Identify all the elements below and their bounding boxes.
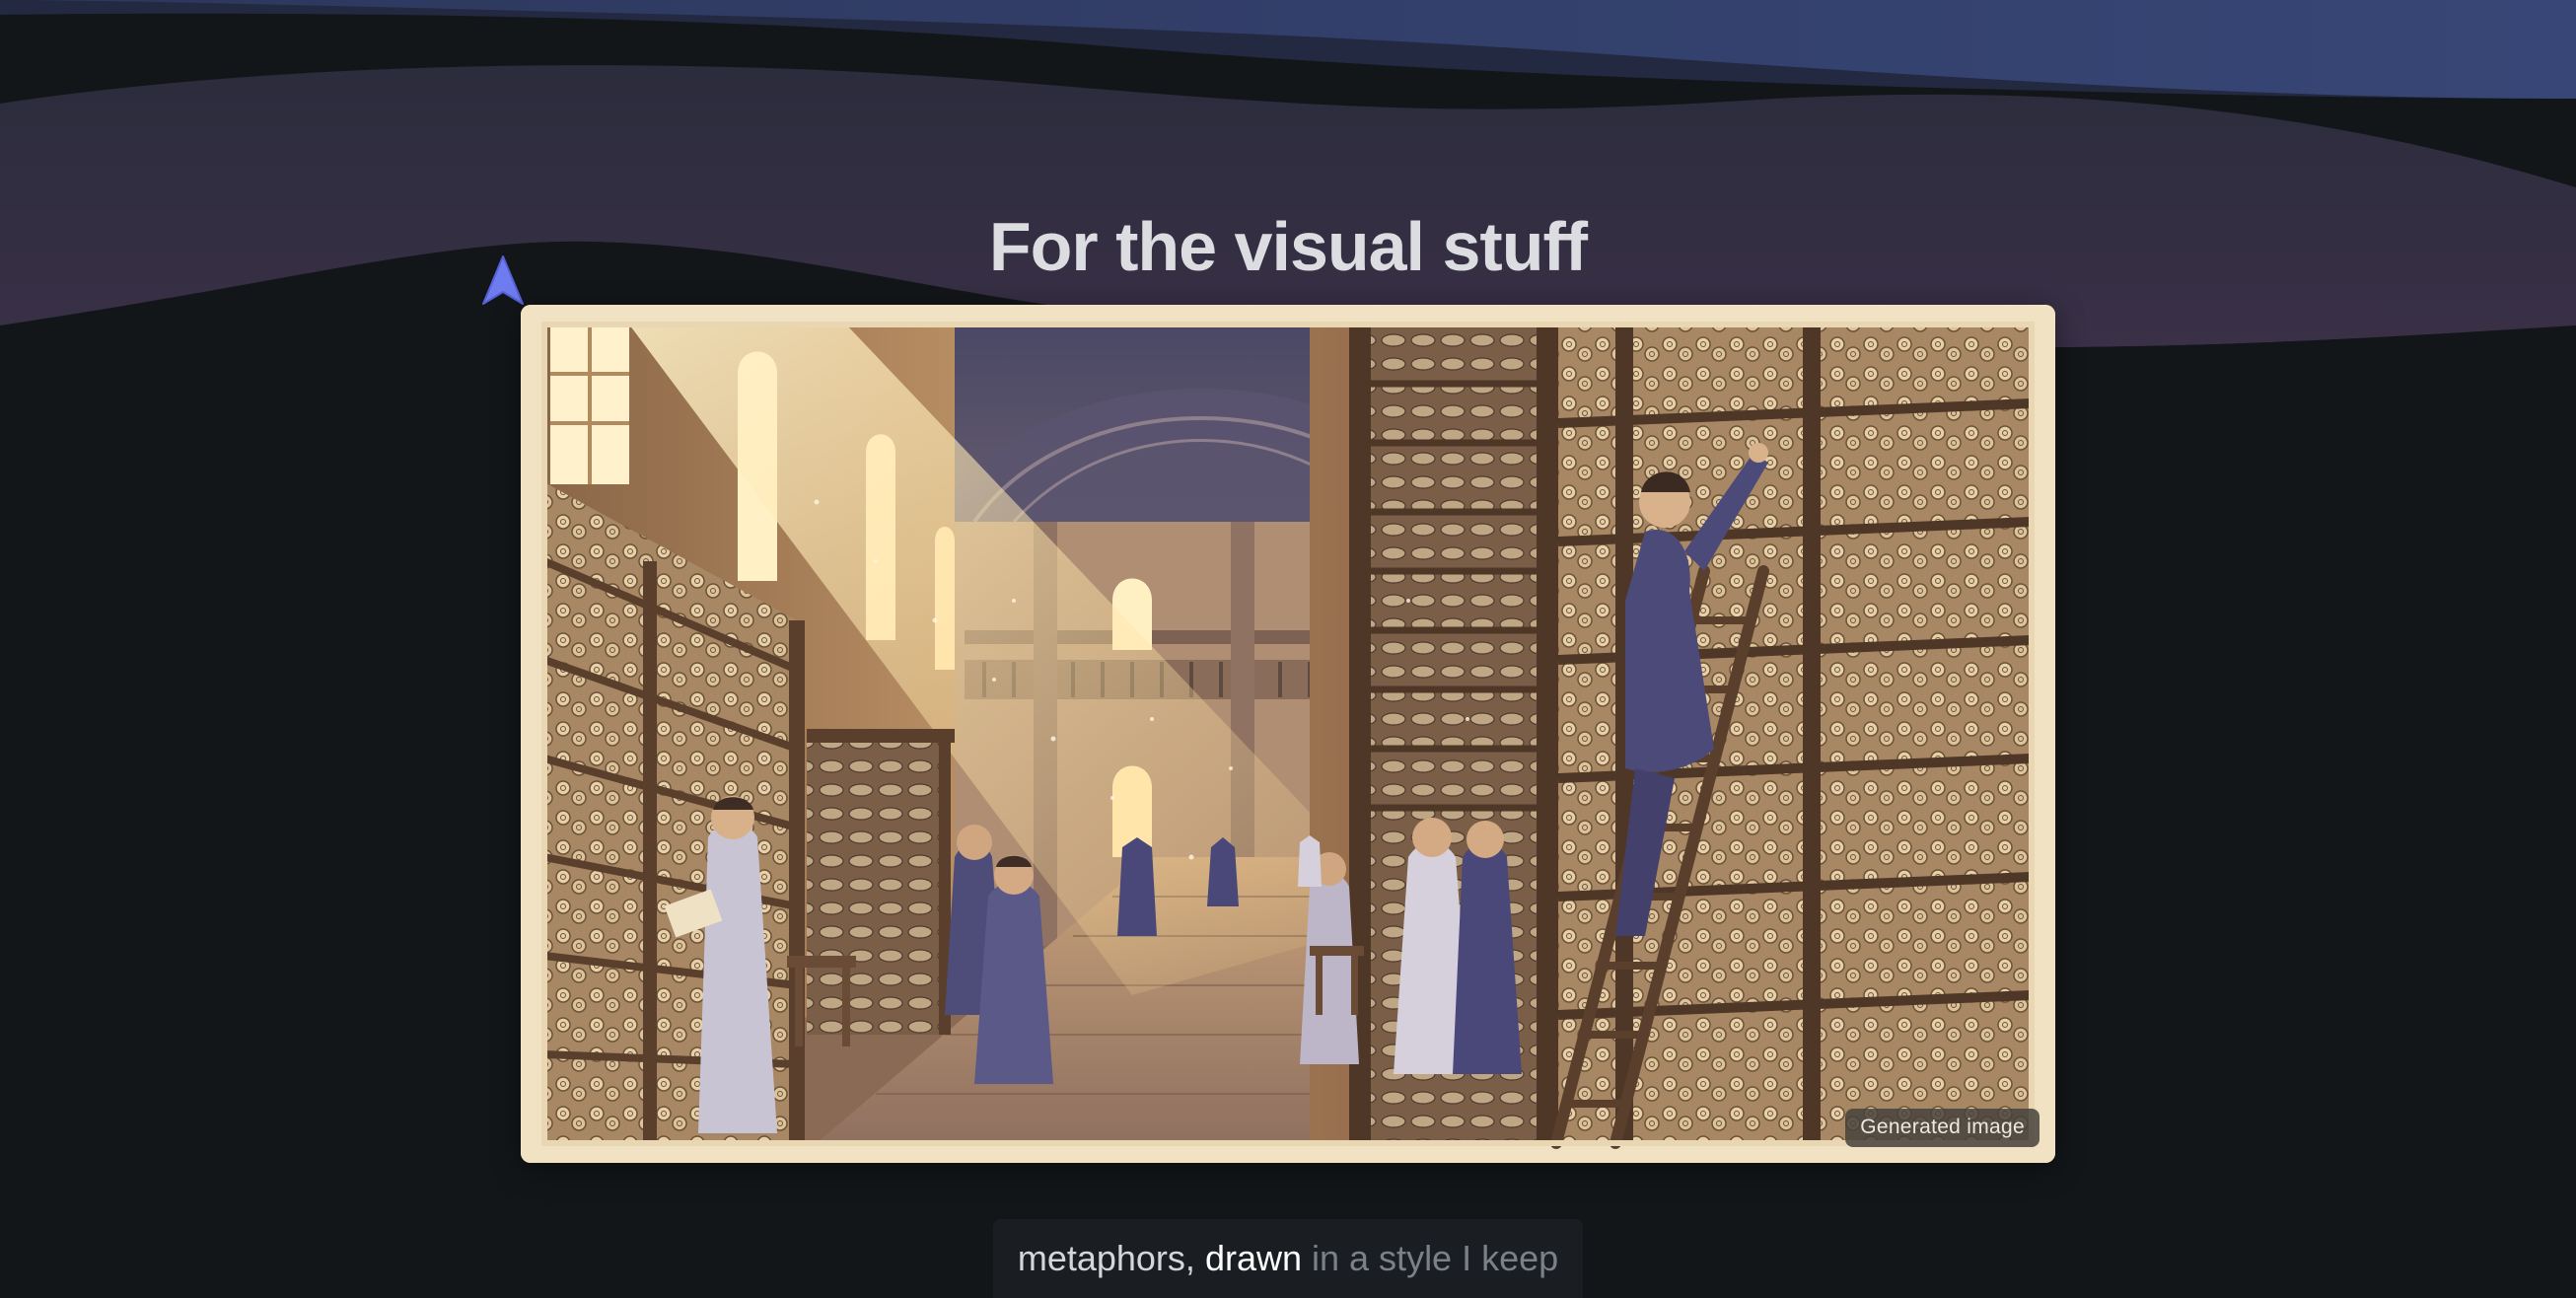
generated-image-badge: Generated image <box>1845 1109 2039 1147</box>
arrow-cursor-icon <box>482 255 524 305</box>
caption-part-2: drawn <box>1204 1238 1302 1278</box>
library-illustration <box>521 305 2055 1163</box>
caption-part-1: metaphors, <box>1017 1238 1195 1278</box>
caption: metaphors, drawn in a style I keep <box>993 1219 1583 1298</box>
generated-image-card[interactable]: Generated image <box>521 305 2055 1163</box>
caption-part-3: in a style I keep <box>1312 1238 1559 1278</box>
page-title: For the visual stuff <box>988 208 1588 285</box>
page: For the visual stuff Generated image met… <box>0 0 2576 1298</box>
